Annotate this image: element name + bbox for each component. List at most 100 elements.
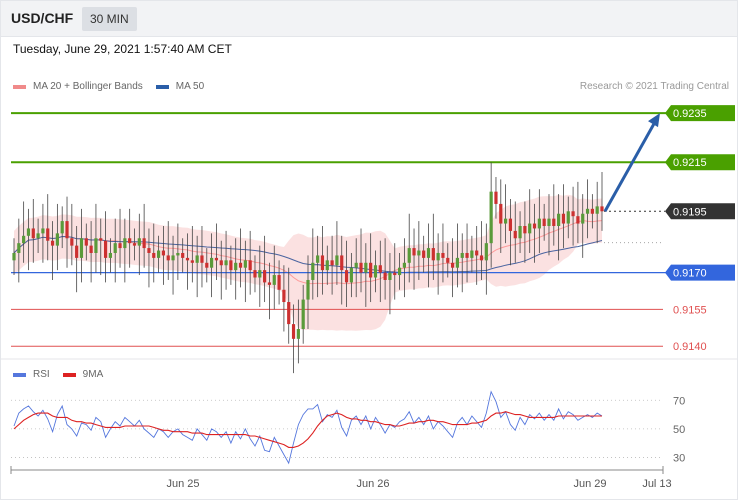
candle-body <box>301 299 305 330</box>
candle-body <box>532 223 537 229</box>
candle-body <box>205 262 209 268</box>
candle-body <box>200 255 204 263</box>
rsi-tick-70: 70 <box>673 395 685 407</box>
candle-body <box>132 243 137 246</box>
candle-body <box>518 226 522 239</box>
candle-body <box>50 240 55 246</box>
candle-body <box>108 252 112 258</box>
candle-body <box>340 255 344 271</box>
candle-body <box>561 213 566 224</box>
candle-body <box>152 252 156 258</box>
candle-body <box>450 262 455 268</box>
rsi-series-9MA <box>13 411 602 448</box>
candle-body <box>99 238 103 241</box>
candle-body <box>258 270 262 278</box>
candle-body <box>195 255 199 263</box>
candle-body <box>253 270 257 278</box>
candle-body <box>147 248 151 253</box>
candle-body <box>393 272 397 276</box>
candle-body <box>234 262 238 271</box>
candle-body <box>243 260 247 268</box>
candle-body <box>455 257 460 268</box>
candle-body <box>479 255 484 261</box>
candle-body <box>364 262 368 273</box>
candle-body <box>55 233 59 246</box>
candle-body <box>210 257 214 268</box>
candle-body <box>113 243 117 253</box>
x-tick-label: Jul 13 <box>642 478 671 490</box>
candle-body <box>349 267 353 283</box>
forecast-arrow <box>603 119 658 213</box>
candle-body <box>70 238 74 246</box>
candle-body <box>224 260 228 266</box>
candle-body <box>422 250 426 258</box>
candle-body <box>156 250 161 258</box>
x-tick-label: Jun 29 <box>573 478 606 490</box>
candle-body <box>214 257 219 261</box>
candle-body <box>397 267 402 276</box>
candle-body <box>465 252 469 258</box>
candle-body <box>417 250 421 256</box>
candle-body <box>219 260 223 266</box>
candle-body <box>26 228 31 236</box>
candle-body <box>75 245 79 258</box>
candle-body <box>595 206 599 214</box>
candle-body <box>311 262 315 280</box>
candle-body <box>528 223 532 234</box>
candle-body <box>128 238 132 244</box>
candle-body <box>542 218 546 226</box>
candle-body <box>576 216 580 224</box>
level-label-0.9195: 0.9195 <box>673 206 707 218</box>
price-chart: 0.9235 0.9215 0.9195 0.9170 0.9155 0.9140 70 50… <box>0 105 738 490</box>
candle-body <box>412 248 416 256</box>
candle-body <box>17 243 21 253</box>
candle-body <box>508 218 513 231</box>
rsi-tick-50: 50 <box>673 424 685 436</box>
candle-body <box>330 260 334 266</box>
candle-body <box>436 252 440 261</box>
candle-body <box>277 275 281 290</box>
candle-body <box>600 206 604 212</box>
candle-body <box>238 262 243 268</box>
candle-body <box>22 235 26 244</box>
candle-body <box>402 262 406 268</box>
candle-body <box>325 260 329 271</box>
candle-body <box>272 275 276 285</box>
candle-body <box>513 230 517 239</box>
candle-body <box>79 238 84 258</box>
candle-body <box>441 252 445 258</box>
candle-body <box>291 324 296 339</box>
candle-body <box>94 238 98 253</box>
candle-body <box>431 248 435 261</box>
candle-body <box>142 238 146 249</box>
candle-body <box>229 260 233 271</box>
candle-body <box>335 255 339 266</box>
candle-body <box>499 203 503 224</box>
candle-body <box>123 238 127 249</box>
candle-body <box>320 255 325 271</box>
x-tick-label: Jun 26 <box>356 478 389 490</box>
candle-body <box>571 211 575 217</box>
candle-body <box>378 265 382 273</box>
candle-body <box>84 238 88 246</box>
candle-body <box>181 252 185 258</box>
candle-body <box>446 257 450 263</box>
candle-body <box>354 262 358 268</box>
level-label-0.9140: 0.9140 <box>673 341 707 353</box>
candle-body <box>60 221 64 234</box>
candle-body <box>359 262 363 273</box>
candle-body <box>585 208 590 214</box>
level-label-0.9155: 0.9155 <box>673 304 707 316</box>
candle-body <box>494 191 498 204</box>
candle-body <box>407 248 411 263</box>
candle-body <box>566 211 570 224</box>
candle-body <box>388 272 392 280</box>
candle-body <box>103 240 108 258</box>
level-label-0.9235: 0.9235 <box>673 108 707 120</box>
candle-body <box>373 265 378 278</box>
candle-body <box>12 252 16 261</box>
candle-body <box>41 228 45 234</box>
candle-body <box>287 302 291 325</box>
candle-body <box>460 252 464 258</box>
candle-body <box>137 238 141 246</box>
